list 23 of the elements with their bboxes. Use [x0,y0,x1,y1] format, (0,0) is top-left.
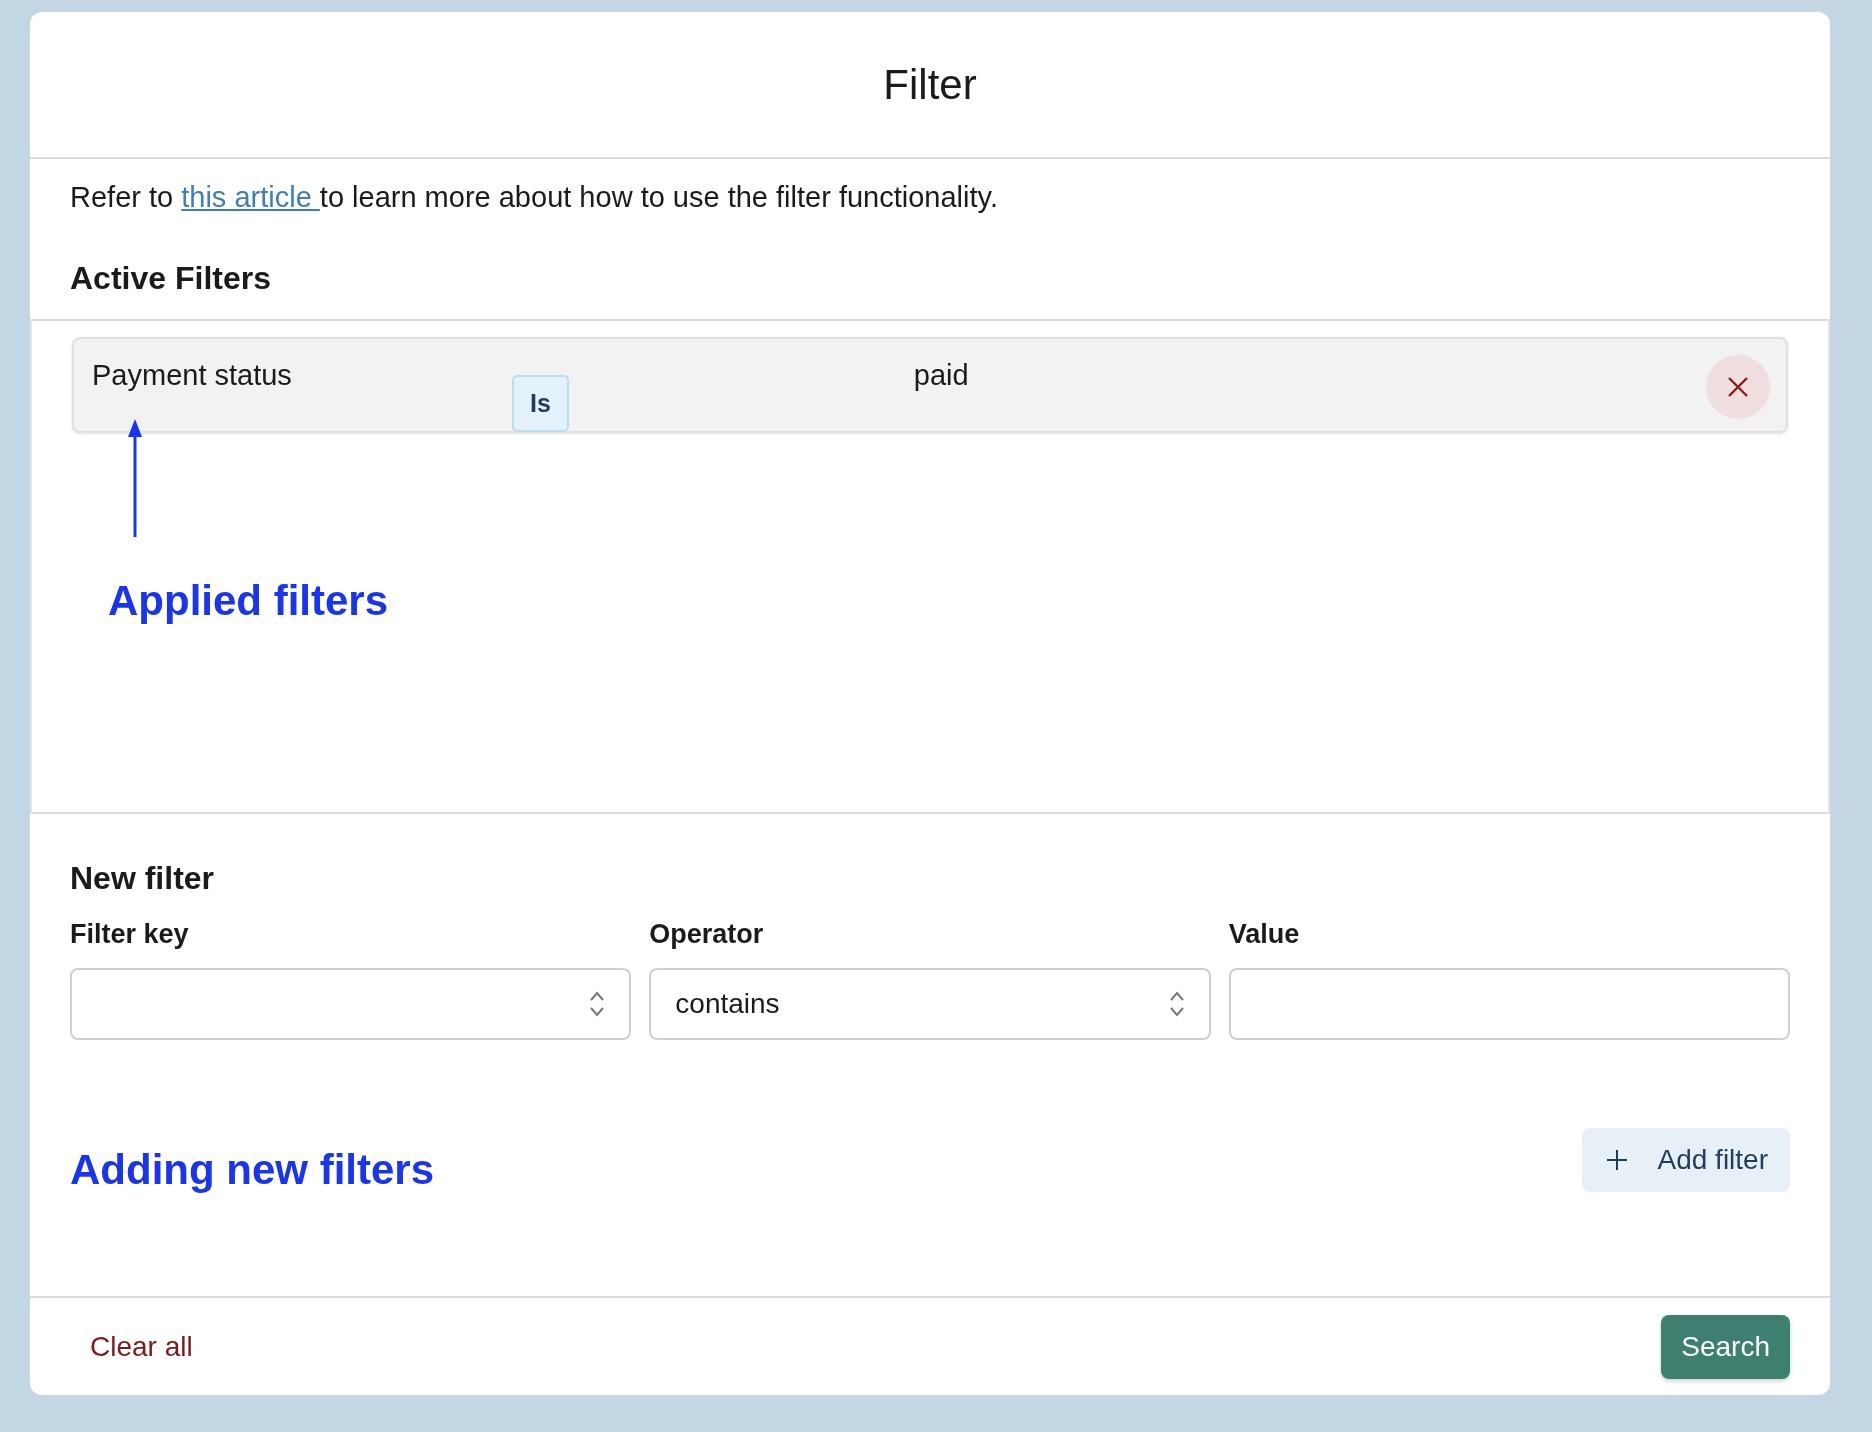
add-filter-button[interactable]: Add filter [1581,1128,1790,1192]
operator-badge: Is [512,375,569,432]
section-heading: Active Filters [70,260,272,297]
article-link[interactable]: this article [181,181,320,213]
section-heading: New filter [70,860,216,897]
filter-value: paid [913,359,969,392]
field-label: Operator [649,919,765,950]
field-label: Value [1228,919,1301,950]
annotation-label: Adding new filters [70,1146,434,1194]
plus-icon [1605,1149,1628,1171]
select-field[interactable]: contains [649,968,1211,1040]
search-button[interactable]: Search [1661,1314,1790,1379]
input-field[interactable] [1228,968,1790,1040]
annotation-label: Applied filters [108,577,390,625]
select-field[interactable] [70,968,632,1040]
intro-text: Refer to this article to learn more about how to use the filter functionality. [70,181,999,214]
close-icon [1727,376,1749,398]
filter-key: Payment status [92,359,512,392]
dialog-title: Filter [883,60,977,109]
chevron-up-down-icon [1168,990,1185,1018]
field-label: Filter key [70,919,190,950]
chevron-up-down-icon [589,990,606,1018]
clear-all-button[interactable]: Clear all [90,1322,193,1371]
